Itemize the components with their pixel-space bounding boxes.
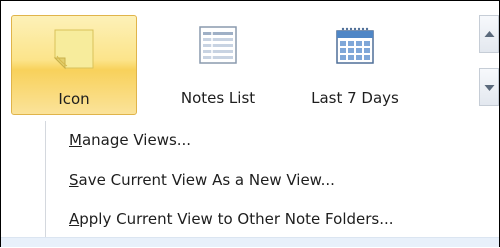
menu-accelerator: S: [69, 171, 79, 189]
calendar-icon: [336, 27, 374, 64]
gallery-scroll-down-button[interactable]: [479, 68, 499, 106]
menu-item-manage-views[interactable]: Manage Views...: [69, 131, 191, 149]
view-option-label: Last 7 Days: [311, 89, 399, 107]
view-dropdown-panel: Icon Notes List Last 7 Days Manage Views…: [0, 0, 500, 247]
triangle-up-icon: [484, 31, 495, 37]
menu-gutter: [45, 121, 46, 247]
triangle-down-icon: [484, 85, 495, 91]
menu-bottom-strip: [1, 237, 499, 247]
gallery-scroll-up-button[interactable]: [479, 15, 499, 53]
view-gallery: Icon Notes List Last 7 Days: [7, 11, 477, 119]
view-option-notes-list[interactable]: Notes List: [155, 15, 281, 115]
menu-item-apply-current-view[interactable]: Apply Current View to Other Note Folders…: [69, 210, 394, 228]
view-option-label: Icon: [58, 90, 90, 108]
menu-item-save-current-view[interactable]: Save Current View As a New View...: [69, 171, 335, 189]
menu-accelerator: A: [69, 210, 80, 228]
list-view-icon: [199, 26, 237, 64]
view-option-last-7-days[interactable]: Last 7 Days: [292, 15, 418, 115]
menu-accelerator: M: [69, 131, 82, 149]
menu-item-label: ave Current View As a New View...: [78, 171, 335, 189]
view-option-label: Notes List: [180, 89, 256, 107]
menu-item-label: anage Views...: [81, 131, 192, 149]
view-option-icon[interactable]: Icon: [11, 15, 137, 115]
sticky-note-icon: [53, 29, 94, 70]
menu-item-label: pply Current View to Other Note Folders.…: [79, 210, 394, 228]
